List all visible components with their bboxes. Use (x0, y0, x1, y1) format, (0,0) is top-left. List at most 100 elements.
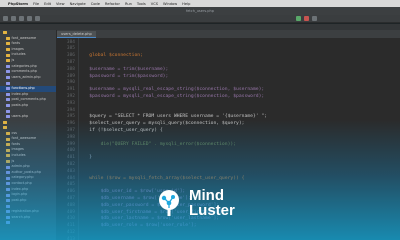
menu-item-tools[interactable]: Tools (137, 2, 146, 6)
sync-icon[interactable] (19, 16, 24, 21)
line-number: 396 (66, 121, 75, 127)
folder-icon (6, 159, 10, 163)
tree-item-label: post.php (11, 197, 27, 202)
line-number: 405 (66, 182, 75, 188)
menu-item-window[interactable]: Window (163, 2, 177, 6)
php-file-icon (6, 210, 10, 214)
line-number: 401 (66, 155, 75, 161)
ide-toolbar (0, 15, 400, 23)
menu-item-file[interactable]: File (33, 2, 39, 6)
folder-icon (3, 126, 7, 130)
line-number: 386 (66, 53, 75, 59)
search-icon[interactable] (312, 16, 317, 21)
php-file-icon (6, 98, 10, 102)
line-number: 398 (66, 134, 75, 140)
php-file-icon (6, 109, 10, 113)
folder-icon (6, 148, 10, 152)
php-file-icon (6, 92, 10, 96)
line-number: 392 (66, 93, 75, 99)
line-number: 399 (66, 141, 75, 147)
folder-icon (6, 48, 10, 52)
line-number: 387 (66, 59, 75, 65)
menu-item-edit[interactable]: Edit (44, 2, 51, 6)
line-number: 412 (66, 229, 75, 235)
run-icon[interactable] (296, 16, 301, 21)
folder-icon (3, 31, 7, 35)
php-file-icon (6, 81, 10, 85)
menu-item-help[interactable]: Help (182, 2, 190, 6)
php-file-icon (6, 199, 10, 203)
php-file-icon (6, 64, 10, 68)
brain-tree-icon (159, 190, 179, 216)
line-number: 411 (66, 223, 75, 229)
folder-icon (6, 137, 10, 141)
redo-icon[interactable] (35, 16, 40, 21)
php-file-icon (6, 165, 10, 169)
line-number: 410 (66, 216, 75, 222)
line-number: 395 (66, 114, 75, 120)
folder-icon (6, 53, 10, 57)
window-title-bar: fetch_users.php (0, 7, 400, 15)
php-file-icon (6, 70, 10, 74)
debug-icon[interactable] (304, 16, 309, 21)
undo-icon[interactable] (27, 16, 32, 21)
php-file-icon (6, 215, 10, 219)
menu-item-run[interactable]: Run (125, 2, 132, 6)
menu-item-code[interactable]: Code (91, 2, 100, 6)
folder-icon (6, 36, 10, 40)
open-icon[interactable] (3, 16, 8, 21)
php-file-icon (6, 182, 10, 186)
editor-tabs: users_delete.php (57, 30, 400, 38)
menu-item-vcs[interactable]: VCS (151, 2, 158, 6)
menu-app-name[interactable]: PhpStorm (8, 2, 28, 6)
tree-item-label: users_admin.php (11, 74, 41, 79)
menu-item-refactor[interactable]: Refactor (105, 2, 120, 6)
line-number: 394 (66, 107, 75, 113)
code-line[interactable]: 413 (57, 235, 400, 240)
mind-luster-logo: Mind Luster (155, 188, 235, 218)
code-text: $db_user_role = $row['user_role']; (78, 223, 197, 229)
logo-word-luster: Luster (189, 202, 235, 219)
line-number: 402 (66, 161, 75, 167)
logo-text: Mind Luster (189, 188, 235, 218)
code-text: $select_user_query = mysqli_query($conne… (78, 121, 245, 127)
code-text: while ($row = mysqli_fetch_array($select… (78, 175, 245, 181)
folder-icon (6, 143, 10, 147)
line-number: 404 (66, 175, 75, 181)
tree-item-label: users.php (11, 113, 29, 118)
line-number: 388 (66, 66, 75, 72)
code-text: $password = mysqli_real_escape_string($c… (78, 93, 265, 99)
code-text: $username = trim($username); (78, 66, 169, 72)
line-number: 384 (66, 39, 75, 45)
line-number: 389 (66, 73, 75, 79)
mac-menu-bar: PhpStorm File Edit View Navigate Code Re… (0, 0, 400, 7)
tree-item-label: posts.php (11, 102, 29, 107)
php-file-icon (6, 193, 10, 197)
menu-item-navigate[interactable]: Navigate (70, 2, 86, 6)
tab-users-delete[interactable]: users_delete.php (57, 31, 96, 38)
code-text: $username = mysqli_real_escape_string($c… (78, 87, 265, 93)
php-file-icon (6, 171, 10, 175)
window-title: fetch_users.php (186, 9, 214, 13)
folder-icon (6, 59, 10, 63)
code-text: die("QUERY FAILED" . mysqli_error($conne… (78, 141, 237, 147)
line-number: 403 (66, 168, 75, 174)
line-number: 400 (66, 148, 75, 154)
line-number: 385 (66, 46, 75, 52)
line-number: 406 (66, 189, 75, 195)
code-text: } (78, 155, 93, 161)
tree-file[interactable] (0, 220, 56, 226)
save-icon[interactable] (11, 16, 16, 21)
folder-icon (3, 120, 7, 124)
tree-item-label: search.php (11, 214, 31, 219)
php-file-icon (6, 187, 10, 191)
line-number: 408 (66, 202, 75, 208)
php-file-icon (6, 104, 10, 108)
logo-word-mind: Mind (189, 187, 224, 204)
project-tree: font_awesome fonts images includes js categor… (0, 30, 57, 240)
code-text: global $connection; (78, 53, 143, 59)
folder-icon (6, 42, 10, 46)
php-file-icon (6, 221, 10, 225)
menu-item-view[interactable]: View (56, 2, 65, 6)
php-file-icon (6, 87, 10, 91)
